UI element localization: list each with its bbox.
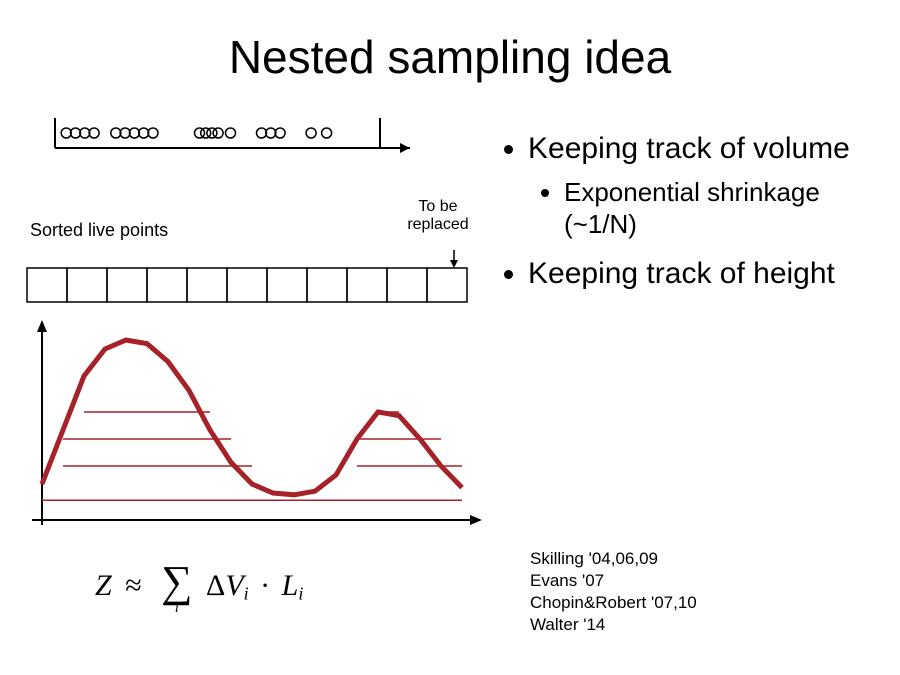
ref-chopin-robert: Chopin&Robert '07,10: [530, 592, 697, 614]
formula-L: L: [282, 569, 299, 602]
formula-delta: Δ: [206, 569, 225, 602]
bullet-list: Keeping track of volume Exponential shri…: [500, 130, 870, 298]
samples-axis-diagram: [50, 108, 420, 168]
formula-approx: ≈: [125, 569, 141, 602]
ref-walter: Walter '14: [530, 614, 697, 636]
ref-skilling: Skilling '04,06,09: [530, 548, 697, 570]
formula-Z: Z: [95, 569, 112, 602]
references: Skilling '04,06,09 Evans '07 Chopin&Robe…: [530, 548, 697, 636]
to-replace-line2: replaced: [407, 216, 468, 233]
bullet-height: Keeping track of height: [528, 255, 870, 293]
sorted-points-label: Sorted live points: [30, 220, 168, 241]
formula-Vi-sub: i: [244, 583, 249, 603]
bullet-exp-shrinkage: Exponential shrinkage (~1/N): [564, 176, 870, 241]
bullet-volume-text: Keeping track of volume: [528, 132, 850, 165]
formula-Li-sub: i: [298, 583, 303, 603]
summation-symbol: ∑ i: [161, 560, 192, 616]
sigma-icon: ∑: [161, 560, 192, 604]
page-title: Nested sampling idea: [0, 30, 900, 84]
evidence-approx-formula: Z ≈ ∑ i ΔVi · Li: [95, 560, 303, 616]
bullet-volume: Keeping track of volume Exponential shri…: [528, 130, 870, 241]
to-be-replaced-label: To be replaced: [398, 198, 478, 233]
formula-V: V: [225, 569, 243, 602]
formula-dot: ·: [260, 569, 270, 602]
live-points-boxes: [22, 250, 492, 310]
likelihood-curve-chart: [22, 320, 482, 545]
ref-evans: Evans '07: [530, 570, 697, 592]
to-replace-line1: To be: [418, 198, 457, 215]
